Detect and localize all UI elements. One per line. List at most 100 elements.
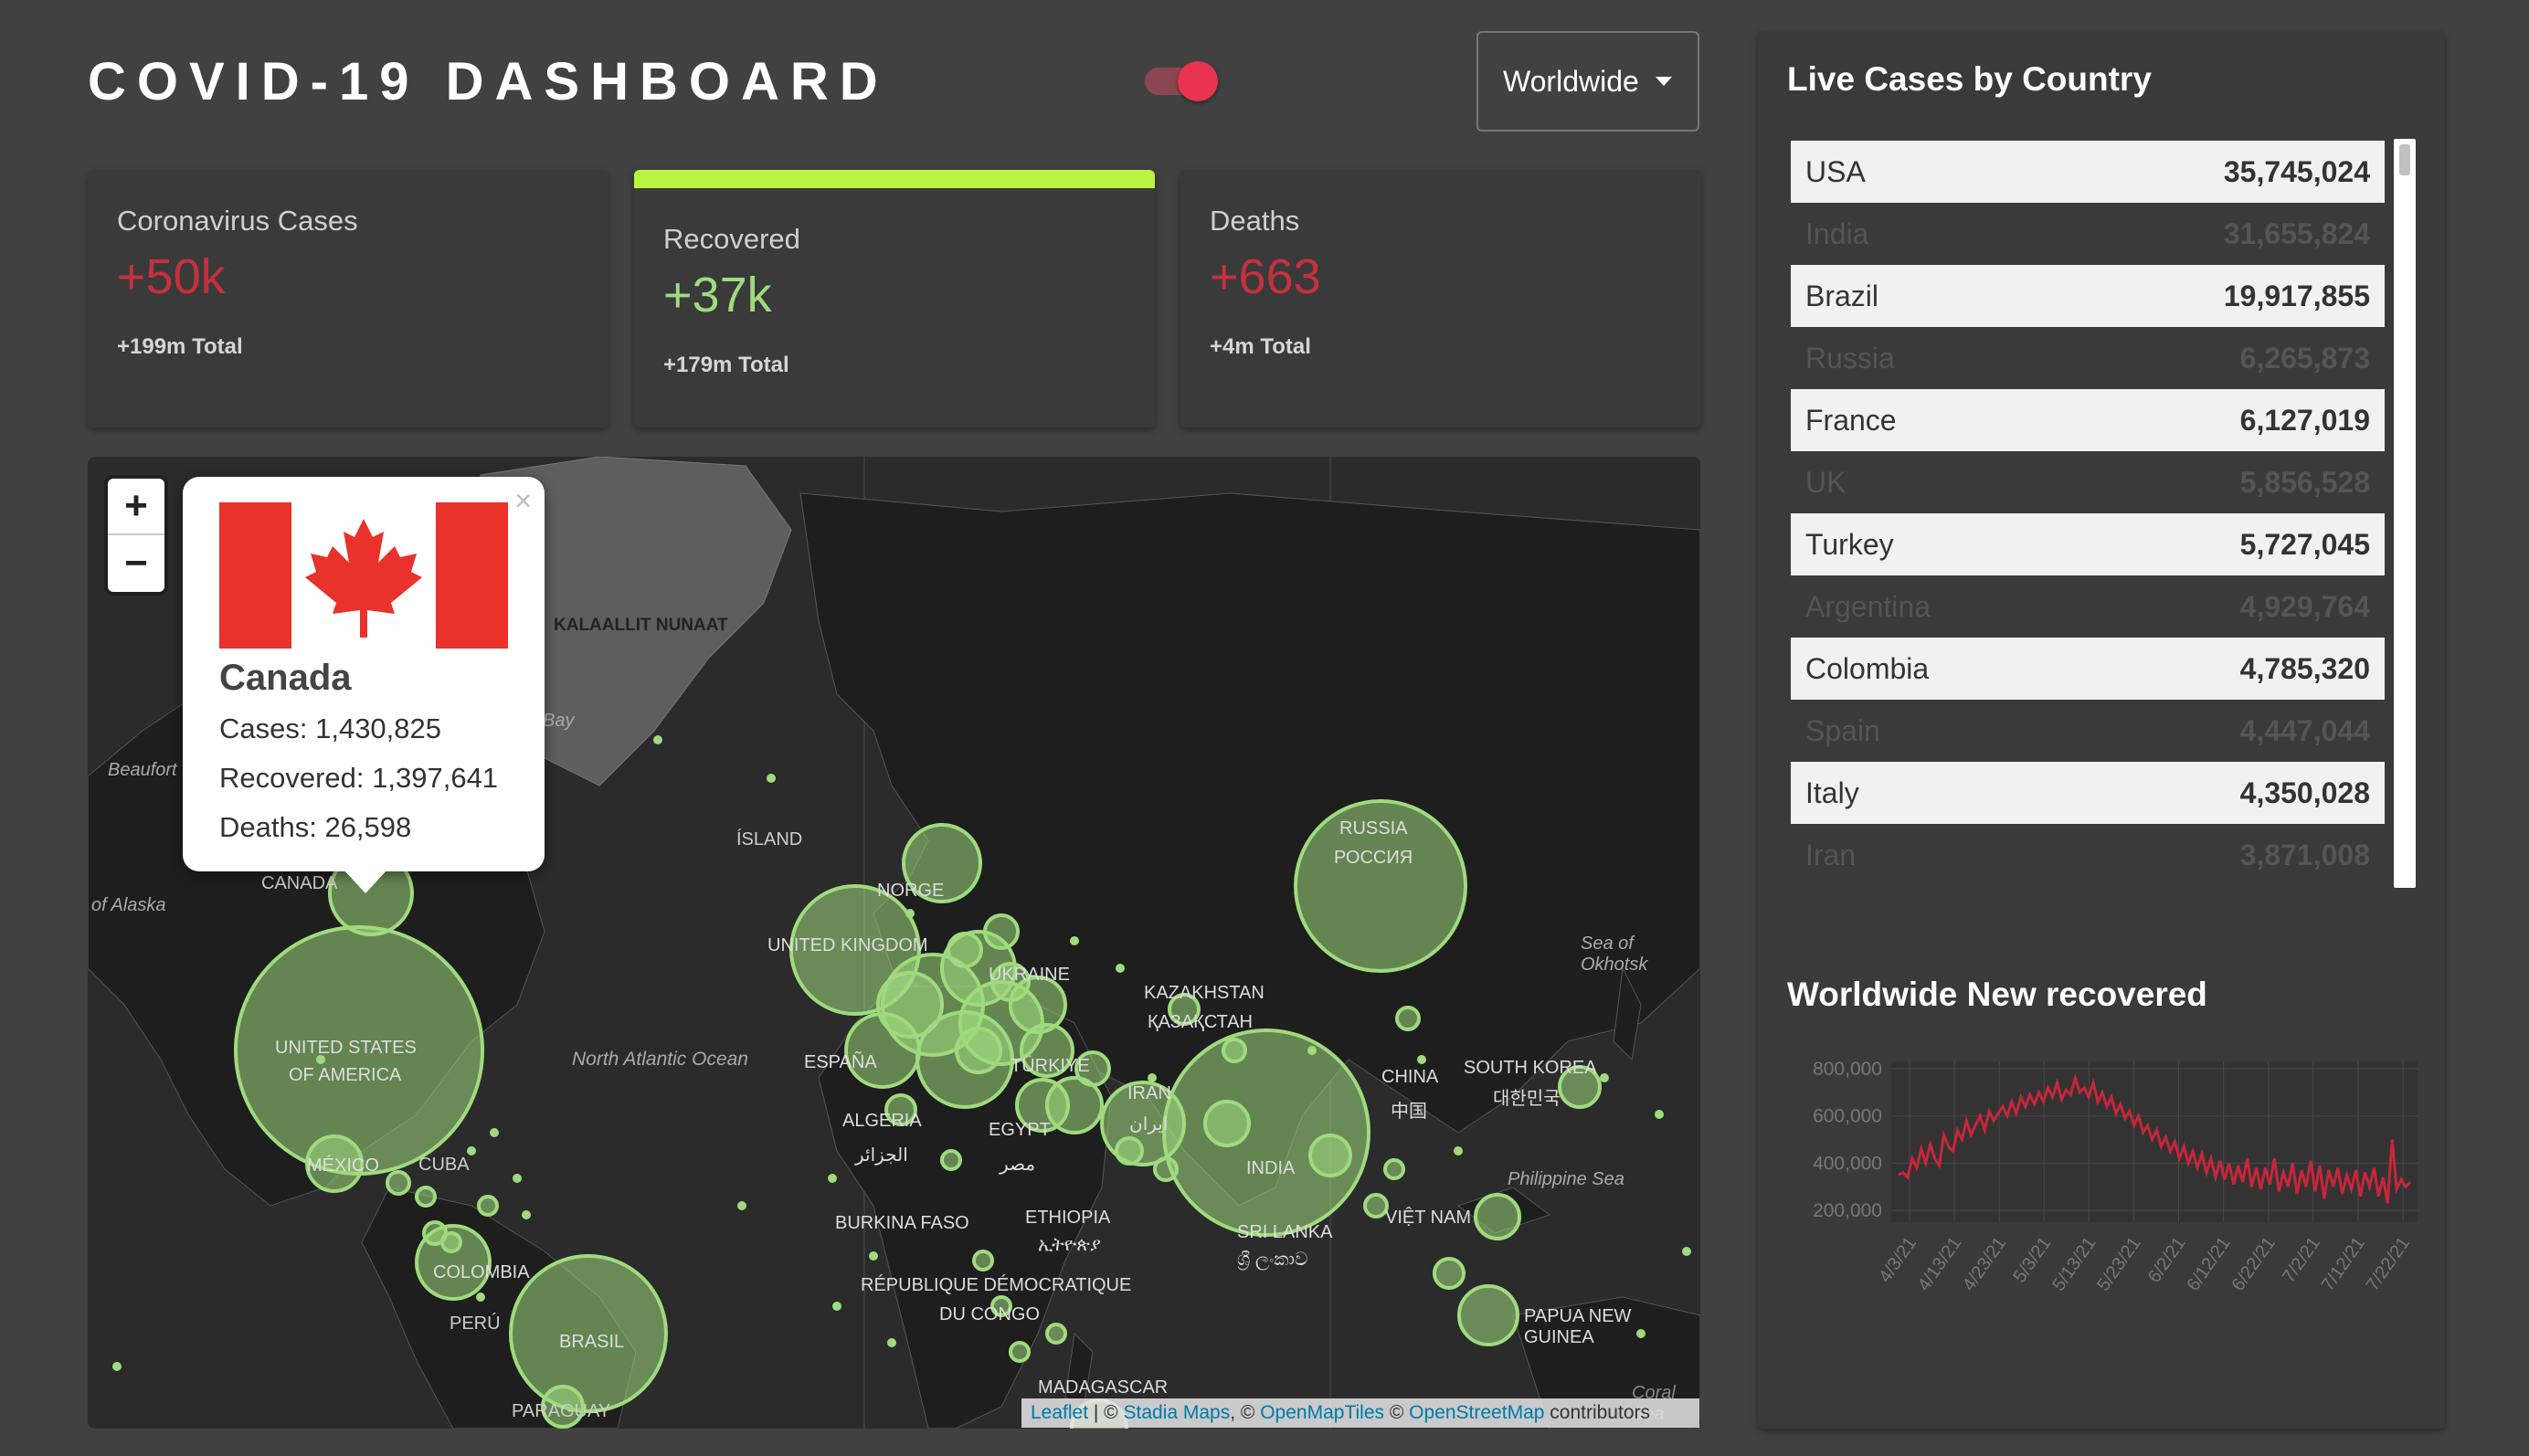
- map-label-iran: IRAN: [1127, 1083, 1171, 1103]
- country-cases: 4,447,044: [2239, 713, 2370, 747]
- map-label-norge: NORGE: [877, 881, 945, 901]
- country-name: Italy: [1805, 775, 1859, 809]
- map-label-iceland: ÍSLAND: [736, 829, 803, 849]
- deaths-card[interactable]: Deaths +663 +4m Total: [1180, 170, 1701, 427]
- live-cases-table[interactable]: USA 35,745,024 India 31,655,824 Brazil 19,917…: [1791, 141, 2385, 886]
- table-row: France 6,127,019: [1791, 389, 2385, 451]
- country-cases: 5,727,045: [2239, 527, 2370, 561]
- map-label-egypt: EGYPT: [989, 1120, 1051, 1140]
- table-row: Colombia 4,785,320: [1791, 638, 2385, 700]
- map-label-espana: ESPAÑA: [804, 1052, 877, 1072]
- map-label-rdc-1: RÉPUBLIQUE DÉMOCRATIQUE: [861, 1275, 1132, 1295]
- deaths-value: +663: [1210, 249, 1321, 304]
- x-tick-label: 7/12/21: [2318, 1233, 2369, 1294]
- caret-down-icon: [1655, 77, 1672, 86]
- scrollbar-thumb[interactable]: [2399, 144, 2410, 175]
- popup-tip: [344, 870, 387, 893]
- table-row: Spain 4,447,044: [1791, 700, 2385, 762]
- map-label-cuba: CUBA: [418, 1155, 470, 1175]
- country-cases: 6,127,019: [2239, 403, 2370, 437]
- cases-value: +50k: [117, 249, 226, 304]
- cases-total: +199m Total: [117, 334, 243, 359]
- map-label-madagascar: MADAGASCAR: [1038, 1377, 1169, 1398]
- map-label-egypt-ar: مصر: [1000, 1155, 1036, 1175]
- country-name: India: [1805, 216, 1869, 250]
- country-name: France: [1805, 403, 1897, 437]
- map-attribution: Leaflet | © Stadia Maps , © OpenMapTiles…: [1021, 1398, 1699, 1428]
- map-label-ethiopia: ETHIOPIA: [1025, 1208, 1111, 1228]
- x-tick-label: 4/23/21: [1959, 1233, 2010, 1294]
- live-cases-title: Live Cases by Country: [1787, 60, 2152, 98]
- map-label-russia: RUSSIA: [1339, 818, 1408, 839]
- plot-area: [1891, 1061, 2418, 1222]
- table-row: Russia 6,265,873: [1791, 327, 2385, 389]
- recovered-card[interactable]: Recovered +37k +179m Total: [634, 170, 1155, 427]
- recovered-label: Recovered: [663, 223, 800, 255]
- recovered-line-chart: 800,000 600,000 400,000 200,000 4/3/214/13/2…: [1813, 1059, 2418, 1295]
- map-label-bay: Bay: [543, 711, 575, 731]
- zoom-control: + −: [108, 479, 164, 592]
- country-name: Spain: [1805, 713, 1880, 747]
- table-row: Iran 3,871,008: [1791, 824, 2385, 886]
- cases-card[interactable]: Coronavirus Cases +50k +199m Total: [88, 170, 608, 427]
- map-label-korea-ko: 대한민국: [1493, 1089, 1561, 1109]
- close-icon[interactable]: ×: [514, 484, 532, 518]
- country-cases: 19,917,855: [2223, 279, 2370, 312]
- country-cases: 4,350,028: [2239, 775, 2370, 809]
- country-cases: 6,265,873: [2239, 341, 2370, 375]
- country-cases: 31,655,824: [2223, 216, 2370, 250]
- stadia-link[interactable]: Stadia Maps: [1124, 1402, 1231, 1424]
- map-label-india: INDIA: [1246, 1158, 1296, 1178]
- x-tick-label: 6/2/21: [2144, 1233, 2190, 1286]
- map-label-alaska: of Alaska: [91, 895, 166, 915]
- x-tick-label: 6/12/21: [2183, 1233, 2234, 1294]
- map-label-paraguay: PARAGUAY: [512, 1401, 611, 1421]
- map-label-brasil: BRASIL: [559, 1332, 625, 1352]
- table-scrollbar[interactable]: [2394, 139, 2416, 888]
- map-label-mexico: MÉXICO: [307, 1155, 379, 1176]
- openmaptiles-link[interactable]: OpenMapTiles: [1260, 1402, 1384, 1424]
- map-label-ukraine: UKRAINE: [989, 965, 1070, 985]
- toggle-knob[interactable]: [1178, 61, 1218, 101]
- map-label-china-zh: 中国: [1391, 1102, 1427, 1122]
- country-popup: × Canada Cases: 1,430,825 Recovered: 1,3…: [183, 477, 545, 893]
- map-label-okhotsk: Sea of Okhotsk: [1581, 934, 1648, 975]
- x-tick-label: 4/3/21: [1875, 1233, 1921, 1286]
- right-panel: Live Cases by Country USA 35,745,024 India…: [1758, 31, 2445, 1429]
- map-label-turkiye: TÜRKIYE: [1011, 1056, 1090, 1076]
- popup-country-name: Canada: [219, 658, 352, 698]
- country-cases: 4,929,764: [2239, 589, 2370, 623]
- x-tick-label: 7/2/21: [2279, 1233, 2324, 1286]
- map-label-algeria-ar: الجزائر: [855, 1145, 908, 1166]
- country-cases: 35,745,024: [2223, 154, 2370, 188]
- x-tick-label: 5/3/21: [2009, 1233, 2055, 1286]
- map-label-korea: SOUTH KOREA: [1464, 1058, 1597, 1078]
- map-label-usa-1: UNITED STATES: [275, 1038, 417, 1058]
- country-name: Turkey: [1805, 527, 1894, 561]
- country-name: USA: [1805, 154, 1866, 188]
- x-tick-label: 5/23/21: [2093, 1233, 2144, 1294]
- table-row: India 31,655,824: [1791, 203, 2385, 265]
- map-label-beaufort: Beaufort: [108, 760, 177, 780]
- leaflet-link[interactable]: Leaflet: [1031, 1402, 1088, 1424]
- attribution-tail: contributors: [1544, 1402, 1650, 1423]
- recovered-value: +37k: [663, 268, 772, 322]
- map-label-kazakhstan: KAZAKHSTAN: [1144, 983, 1264, 1003]
- map-label-burkina: BURKINA FASO: [835, 1213, 969, 1233]
- table-row: USA 35,745,024: [1791, 141, 2385, 203]
- map-label-vietnam: VIỆT NAM: [1385, 1208, 1472, 1228]
- zoom-in-button[interactable]: +: [108, 479, 164, 535]
- recovered-total: +179m Total: [663, 353, 789, 377]
- popup-deaths: Deaths: 26,598: [219, 811, 412, 843]
- popup-recovered: Recovered: 1,397,641: [219, 762, 499, 794]
- region-select[interactable]: Worldwide: [1476, 31, 1699, 132]
- deaths-total: +4m Total: [1210, 334, 1311, 359]
- openstreetmap-link[interactable]: OpenStreetMap: [1409, 1402, 1544, 1424]
- map-label-kazakhstan-kz: ҚАЗАҚСТАН: [1148, 1012, 1253, 1032]
- map-label-ethiopia-am: ኢትዮጵያ: [1038, 1235, 1101, 1255]
- map-label-algeria: ALGERIA: [842, 1111, 922, 1131]
- map-label-china: CHINA: [1381, 1067, 1439, 1087]
- theme-toggle[interactable]: [1145, 61, 1218, 101]
- zoom-out-button[interactable]: −: [108, 535, 164, 592]
- chart-title: Worldwide New recovered: [1787, 976, 2207, 1013]
